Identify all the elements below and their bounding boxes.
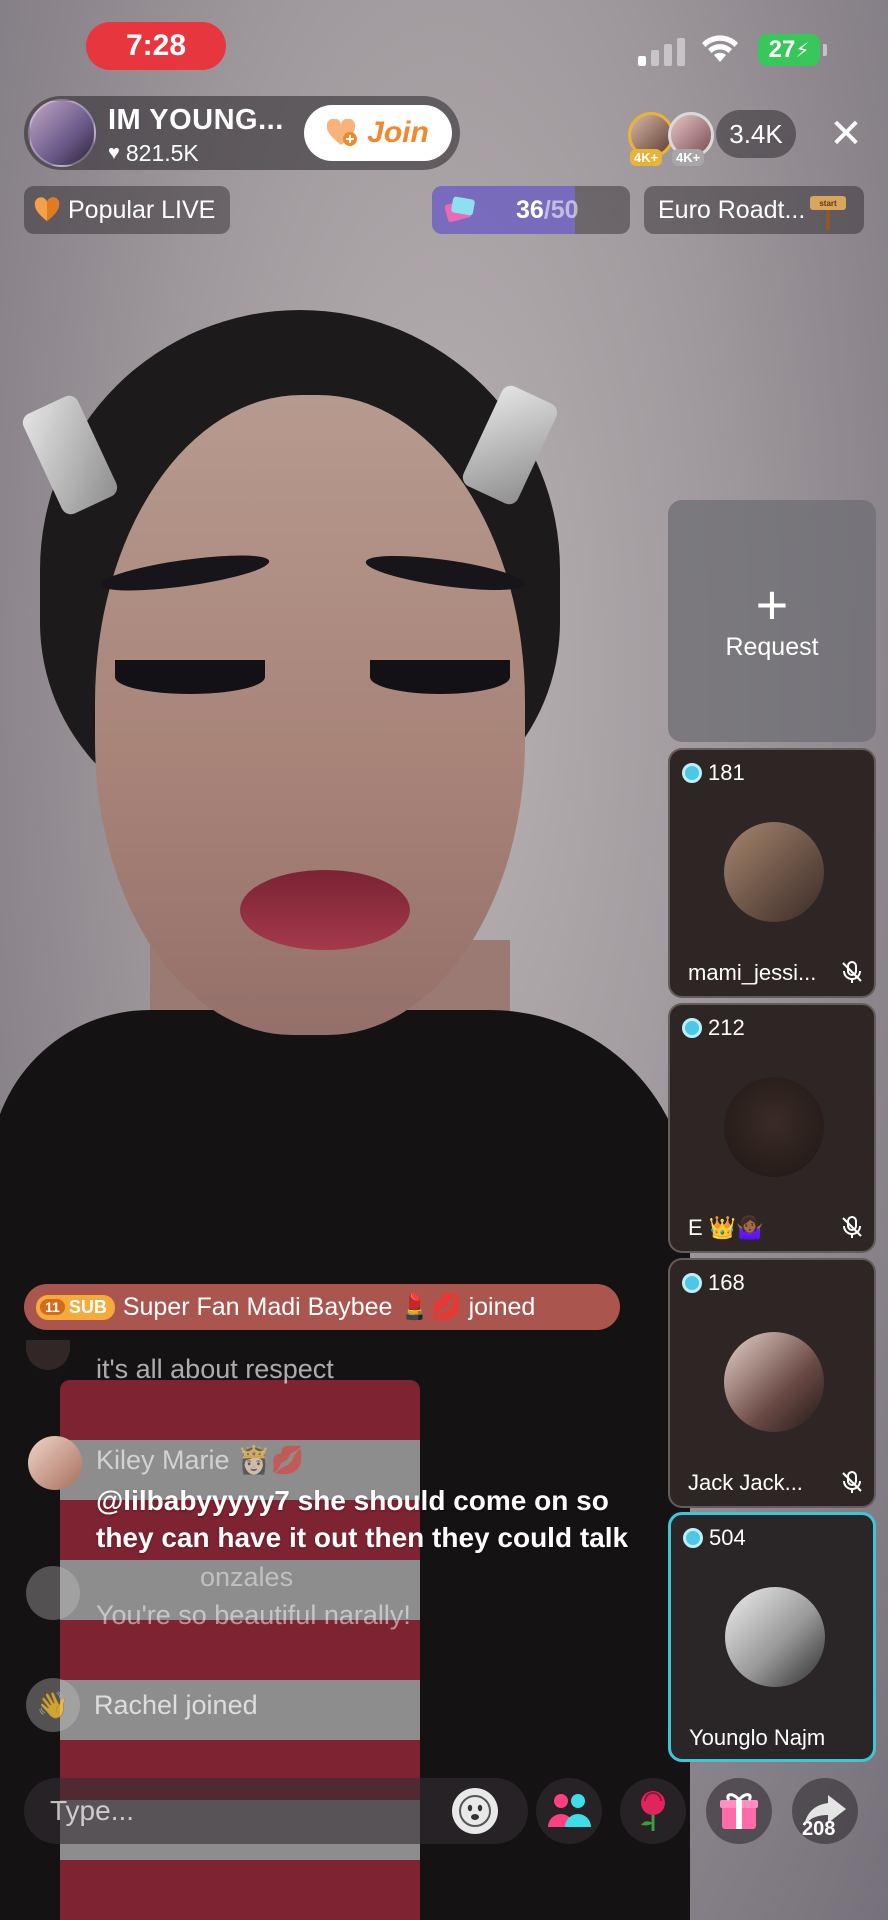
join-button[interactable]: Join xyxy=(304,105,452,161)
gift-goal-icon xyxy=(444,196,475,223)
rose-gift-button[interactable] xyxy=(620,1778,686,1844)
plus-icon: + xyxy=(755,572,789,636)
guest-tile[interactable]: 212 E 👑🤷🏾‍♀️ xyxy=(668,1003,876,1253)
guest-avatar xyxy=(724,822,824,922)
event-label: Euro Roadt... xyxy=(658,195,806,224)
guest-score: 504 xyxy=(683,1525,746,1551)
share-count: 208 xyxy=(802,1818,836,1840)
chat-username[interactable]: Kiley Marie 👸🏻💋 xyxy=(96,1444,304,1476)
guest-score-value: 504 xyxy=(709,1525,746,1550)
event-tag[interactable]: Euro Roadt... start xyxy=(644,186,864,234)
gift-goal[interactable]: 36/50 xyxy=(432,186,630,234)
start-sign-icon: start xyxy=(810,196,846,230)
orange-heart-icon xyxy=(34,197,60,221)
join-banner: 11 SUB Super Fan Madi Baybee 💄💋 joined xyxy=(24,1284,620,1330)
streamer-lash xyxy=(370,660,510,694)
streamer-lips xyxy=(240,870,410,950)
guest-name: Jack Jack... xyxy=(688,1470,803,1495)
join-banner-text: Super Fan Madi Baybee 💄💋 joined xyxy=(122,1292,536,1321)
mic-off-icon xyxy=(842,961,862,983)
cellular-signal-icon xyxy=(638,38,685,66)
request-guest-button[interactable]: + Request xyxy=(668,500,876,742)
host-avatar[interactable] xyxy=(28,99,96,167)
host-likes-count: 821.5K xyxy=(125,140,199,166)
guest-name: Younglo Najm xyxy=(689,1725,826,1750)
request-label: Request xyxy=(725,632,819,661)
chat-message-faded: it's all about respect xyxy=(96,1354,334,1384)
guest-score: 212 xyxy=(682,1015,745,1041)
mic-off-icon xyxy=(842,1216,862,1238)
gem-icon xyxy=(683,1528,703,1548)
gem-icon xyxy=(682,763,702,783)
guest-avatar xyxy=(724,1332,824,1432)
host-name[interactable]: IM YOUNG... xyxy=(108,104,284,137)
status-bar: 7:28 27 ⚡ xyxy=(0,0,888,90)
gem-icon xyxy=(682,1273,702,1293)
mic-off-icon xyxy=(842,1471,862,1493)
guest-score-value: 212 xyxy=(708,1015,745,1040)
chat-message-faded: You're so beautiful narally! xyxy=(96,1600,411,1630)
guest-score-value: 168 xyxy=(708,1270,745,1295)
viewer-joined-notice: 👋 Rachel joined xyxy=(26,1678,258,1732)
join-label: Join xyxy=(367,116,429,149)
emoji-icon[interactable] xyxy=(452,1788,498,1834)
chat-avatar[interactable] xyxy=(28,1436,82,1490)
guest-name: E 👑🤷🏾‍♀️ xyxy=(688,1215,764,1240)
wave-hand-icon: 👋 xyxy=(26,1678,80,1732)
host-likes: ♥ 821.5K xyxy=(108,140,199,167)
chat-avatar xyxy=(26,1566,80,1620)
goal-progress: 36/50 xyxy=(516,196,579,225)
guest-avatar xyxy=(725,1587,825,1687)
goal-current: 36 xyxy=(516,196,544,224)
subscriber-badge: 11 SUB xyxy=(36,1294,115,1320)
gift-icon xyxy=(720,1793,758,1829)
wifi-icon xyxy=(702,35,738,62)
guest-tile[interactable]: 168 Jack Jack... xyxy=(668,1258,876,1508)
popular-live-label: Popular LIVE xyxy=(68,195,216,224)
guest-score: 168 xyxy=(682,1270,745,1296)
status-time: 7:28 xyxy=(86,22,226,70)
guest-name: mami_jessi... xyxy=(688,960,817,985)
viewer-rank-badge: 4K+ xyxy=(672,149,705,166)
close-icon[interactable]: ✕ xyxy=(826,112,866,156)
battery-level: 27 xyxy=(768,36,796,63)
guests-icon xyxy=(548,1794,591,1827)
gem-icon xyxy=(682,1018,702,1038)
viewer-count[interactable]: 3.4K xyxy=(716,110,796,158)
battery-icon: 27 ⚡ xyxy=(758,34,827,66)
subscriber-level: 11 xyxy=(40,1299,65,1315)
heart-icon: ♥ xyxy=(108,142,120,164)
subscriber-label: SUB xyxy=(68,1296,107,1317)
guest-score: 181 xyxy=(682,760,745,786)
goal-total: /50 xyxy=(543,196,579,224)
joined-text: Rachel joined xyxy=(94,1689,258,1720)
streamer-lash xyxy=(115,660,265,694)
rose-icon xyxy=(641,1791,665,1831)
svg-text:start: start xyxy=(819,199,837,208)
guest-score-value: 181 xyxy=(708,760,745,785)
multi-guest-button[interactable] xyxy=(536,1778,602,1844)
chat-username-faded: onzales xyxy=(200,1562,294,1592)
guest-tile[interactable]: 181 mami_jessi... xyxy=(668,748,876,998)
host-info[interactable]: IM YOUNG... ♥ 821.5K Join xyxy=(24,96,460,170)
top-viewers[interactable]: 4K+ 4K+ xyxy=(628,112,720,166)
guest-avatar xyxy=(724,1077,824,1177)
popular-live-tag[interactable]: Popular LIVE xyxy=(24,186,230,234)
gift-button[interactable] xyxy=(706,1778,772,1844)
guest-tile-active[interactable]: 504 Younglo Najm xyxy=(668,1512,876,1762)
chat-text: @lilbabyyyyy7 she should come on so they… xyxy=(96,1485,629,1553)
viewer-rank-badge: 4K+ xyxy=(630,149,663,166)
heart-plus-icon xyxy=(327,119,358,146)
